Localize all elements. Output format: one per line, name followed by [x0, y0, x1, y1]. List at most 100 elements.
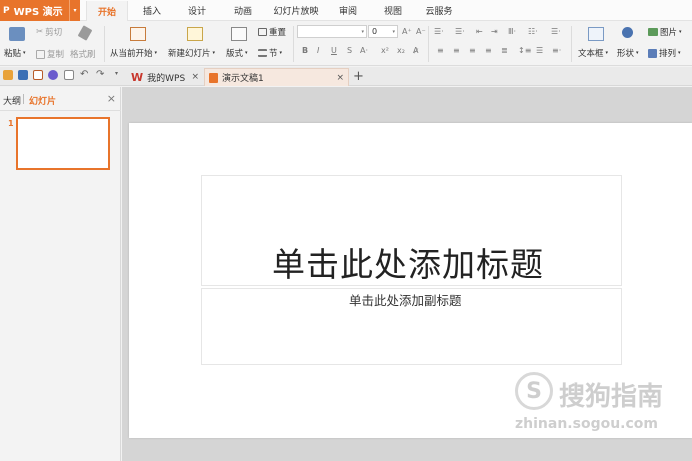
cut-button[interactable]: ✂ 剪切	[36, 26, 62, 38]
tab-home[interactable]: 开始	[86, 1, 128, 22]
tab-document-close-icon[interactable]: ×	[336, 73, 344, 83]
format-painter-label: 格式刷	[70, 50, 96, 60]
save-icon[interactable]	[18, 70, 28, 80]
font-size-select[interactable]: 0 ▾	[368, 25, 398, 38]
copy-label: 复制	[47, 50, 65, 60]
tab-outline[interactable]: 大纲	[3, 94, 21, 107]
slideshow-from-current-icon	[130, 27, 146, 41]
section-icon	[258, 49, 267, 57]
ribbon-separator	[293, 26, 294, 62]
text-box-label: 文本框	[578, 49, 604, 59]
print-preview-icon[interactable]	[64, 70, 74, 80]
grow-font-icon[interactable]: A⁺	[402, 27, 412, 36]
text-direction-icon[interactable]: Ⅲ·	[508, 27, 516, 36]
bullet-list-icon[interactable]: ☰·	[434, 27, 444, 36]
from-current-label: 从当前开始	[110, 49, 153, 59]
text-box-icon	[588, 27, 604, 41]
copy-icon	[36, 49, 45, 59]
ribbon-toolbar: 粘贴 ▾ ✂ 剪切 复制 格式刷 从当前开始 ▾ 新建幻灯片 ▾ 版式 ▾ 重置 节 ▾ …	[0, 21, 692, 66]
section-label: 节	[269, 49, 278, 59]
picture-label: 图片	[660, 28, 678, 38]
wps-logo-icon: P	[3, 5, 10, 16]
panel-close-icon[interactable]: ×	[107, 92, 116, 105]
format-painter-button[interactable]: 格式刷	[70, 48, 96, 60]
section-button[interactable]: 节 ▾	[258, 47, 282, 59]
arrange-icon	[648, 48, 657, 58]
tab-document[interactable]: 演示文稿1 ×	[204, 68, 349, 86]
tab-slides[interactable]: 幻灯片	[29, 94, 56, 107]
tab-document-label: 演示文稿1	[222, 74, 264, 84]
watermark-url: zhinan.sogou.com	[515, 416, 658, 432]
slide-thumbnail[interactable]	[16, 117, 110, 170]
from-current-button[interactable]: 从当前开始 ▾	[110, 47, 157, 59]
print-icon[interactable]	[48, 70, 58, 80]
bold-icon[interactable]: B	[302, 46, 308, 55]
app-menu-caret[interactable]: ▾	[69, 0, 80, 21]
slide-subtitle-text[interactable]: 单击此处添加副标题	[349, 290, 462, 309]
ribbon-separator	[104, 26, 105, 62]
justify-icon[interactable]: ≡	[485, 46, 492, 55]
decrease-indent-icon[interactable]: ⇤	[476, 27, 483, 36]
shape-icon	[622, 27, 633, 38]
arrange-label: 排列	[659, 49, 677, 59]
paste-button[interactable]: 粘贴 ▾	[4, 47, 26, 59]
line-spacing-icon[interactable]: ↕≡	[518, 46, 531, 55]
cut-label: 剪切	[45, 28, 63, 38]
reset-icon	[258, 28, 267, 36]
arrange-button[interactable]: 排列 ▾	[648, 47, 681, 59]
open-file-icon[interactable]	[3, 70, 13, 80]
shrink-font-icon[interactable]: A⁻	[416, 27, 426, 36]
strikethrough-icon[interactable]: S	[347, 46, 352, 55]
paragraph-spacing-icon[interactable]: ☰	[536, 46, 543, 55]
font-color-icon[interactable]: A·	[360, 46, 368, 55]
tab-design[interactable]: 设计	[181, 0, 213, 21]
layout-label: 版式	[226, 49, 244, 59]
undo-icon[interactable]: ↶	[80, 69, 90, 80]
tab-review[interactable]: 审阅	[332, 0, 364, 21]
tab-insert[interactable]: 插入	[136, 0, 168, 21]
tab-animation[interactable]: 动画	[227, 0, 259, 21]
underline-icon[interactable]: U	[331, 46, 337, 55]
ribbon-separator	[571, 26, 572, 62]
shape-button[interactable]: 形状 ▾	[617, 47, 639, 59]
align-center-icon[interactable]: ≡	[453, 46, 460, 55]
superscript-icon[interactable]: x²	[381, 46, 389, 55]
new-slide-button[interactable]: 新建幻灯片 ▾	[168, 47, 215, 59]
picture-button[interactable]: 图片 ▾	[648, 26, 682, 38]
app-name: WPS 演示	[13, 7, 63, 18]
panel-tab-divider	[23, 94, 24, 104]
redo-icon[interactable]: ↷	[96, 69, 106, 80]
quick-access-menu-icon[interactable]: ▾	[115, 70, 125, 80]
slide-title-text[interactable]: 单击此处添加标题	[272, 238, 544, 286]
align-right-icon[interactable]: ≡	[469, 46, 476, 55]
columns-icon[interactable]: ☷·	[528, 27, 538, 36]
copy-button[interactable]: 复制	[36, 48, 64, 60]
tab-view[interactable]: 视图	[377, 0, 409, 21]
tab-cloud-service[interactable]: 云服务	[420, 0, 458, 21]
layout-button[interactable]: 版式 ▾	[226, 47, 248, 59]
watermark-logo-icon: S	[515, 372, 553, 410]
tab-slideshow[interactable]: 幻灯片放映	[268, 0, 324, 21]
wps-w-icon: W	[131, 70, 144, 84]
tab-my-wps-close-icon[interactable]: ×	[191, 72, 199, 82]
wps-app-menu-button[interactable]: P WPS 演示 ▾	[0, 0, 80, 21]
text-box-button[interactable]: 文本框 ▾	[578, 47, 608, 59]
vertical-align-icon[interactable]: ≡·	[552, 46, 561, 55]
font-size-value: 0	[372, 27, 378, 36]
slide-thumbnail-number: 1	[8, 119, 14, 128]
clear-format-icon[interactable]: A̷	[413, 46, 418, 55]
shape-label: 形状	[617, 49, 635, 59]
reset-button[interactable]: 重置	[258, 26, 286, 38]
font-family-select[interactable]: ▾	[297, 25, 367, 38]
tab-my-wps[interactable]: W 我的WPS ×	[127, 68, 203, 86]
more-paragraph-icon[interactable]: ☰·	[551, 27, 561, 36]
new-tab-button[interactable]: +	[353, 69, 364, 84]
increase-indent-icon[interactable]: ⇥	[491, 27, 498, 36]
distribute-icon[interactable]: ≣	[501, 46, 508, 55]
export-pdf-icon[interactable]	[33, 70, 43, 80]
align-left-icon[interactable]: ≡	[437, 46, 444, 55]
italic-icon[interactable]: I	[317, 46, 319, 55]
new-slide-label: 新建幻灯片	[168, 49, 211, 59]
subscript-icon[interactable]: x₂	[397, 46, 405, 55]
numbered-list-icon[interactable]: ☰·	[455, 27, 465, 36]
